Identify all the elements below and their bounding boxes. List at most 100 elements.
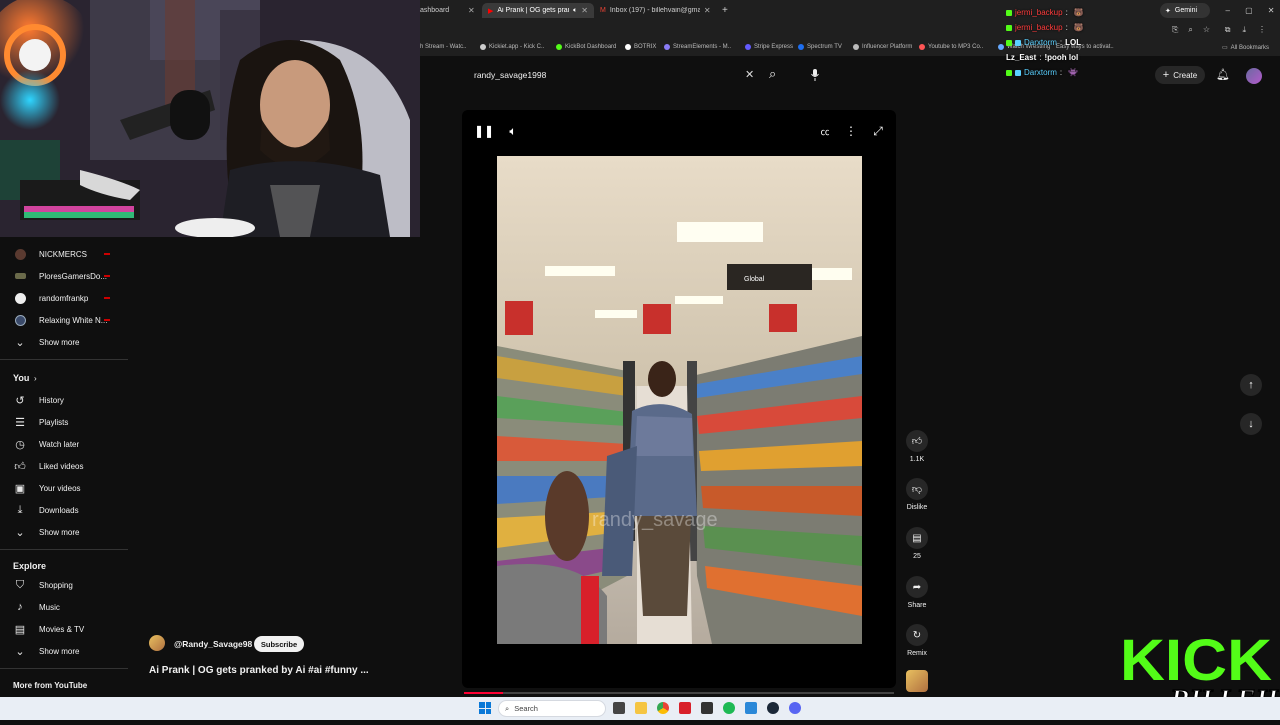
emote-icon: 🐻	[1073, 8, 1084, 17]
close-icon[interactable]: ✕	[581, 6, 588, 15]
search-input[interactable]: randy_savage1998	[474, 70, 546, 80]
chat-username: Lz_East	[1006, 53, 1037, 62]
sidebar-item-liked-videos[interactable]: 👍︎ Liked videos	[0, 456, 136, 476]
bell-icon[interactable]: 🔔︎	[1216, 68, 1230, 81]
gemini-button[interactable]: ✦ Gemini	[1160, 3, 1210, 18]
thumb-up-icon: 👍︎	[14, 460, 26, 473]
video-frame[interactable]: Global randy_savage	[497, 156, 862, 644]
dislike-button[interactable]: 👎︎ Dislike	[900, 478, 934, 511]
bookmark[interactable]: h Stream - Watc..	[420, 44, 466, 50]
bookmark[interactable]: Spectrum TV	[798, 44, 842, 50]
microphone-icon[interactable]	[807, 66, 823, 84]
bookmark[interactable]: ▭ All Bookmarks	[1222, 44, 1269, 52]
browser-tab[interactable]: ashboard ✕	[420, 3, 480, 18]
volume-icon[interactable]: 🔈︎	[505, 123, 521, 139]
previous-short-button[interactable]: ↑	[1240, 374, 1262, 396]
bookmark-icon	[480, 44, 486, 50]
you-section-header[interactable]: You ›	[0, 368, 136, 388]
search-icon[interactable]: ⌕	[769, 66, 776, 82]
speaker-icon[interactable]: 🔈︎	[573, 7, 577, 15]
comments-button[interactable]: ▤ 25	[900, 527, 934, 560]
close-icon[interactable]: ✕	[468, 6, 475, 15]
discord-icon[interactable]	[789, 702, 801, 714]
fullscreen-icon[interactable]: ⤢	[870, 123, 886, 139]
new-tab-button[interactable]: +	[722, 3, 734, 18]
file-explorer-icon[interactable]	[635, 702, 647, 714]
app-icon[interactable]	[745, 702, 757, 714]
zoom-icon[interactable]: ⌕	[1188, 25, 1192, 35]
task-view-icon[interactable]	[613, 702, 625, 714]
bookmark[interactable]: StreamElements - M..	[664, 44, 731, 50]
bookmark[interactable]: Stripe Express	[745, 44, 793, 50]
subscribe-button[interactable]: Subscribe	[254, 636, 304, 652]
show-more-button[interactable]: ⌄ Show more	[0, 522, 136, 542]
app-icon[interactable]	[679, 702, 691, 714]
spotify-icon[interactable]	[723, 702, 735, 714]
show-more-button[interactable]: ⌄ Show more	[0, 641, 136, 661]
bookmark-icon	[998, 44, 1004, 50]
sidebar-item-history[interactable]: ↺ History	[0, 390, 136, 410]
sidebar-item-your-videos[interactable]: ▣ Your videos	[0, 478, 136, 498]
video-title[interactable]: Ai Prank | OG gets pranked by Ai #ai #fu…	[149, 665, 369, 676]
download-icon: ⤓	[17, 503, 23, 516]
chat-username: jermi_backup	[1015, 23, 1063, 32]
progress-track[interactable]	[464, 692, 894, 694]
gemini-label: Gemini	[1174, 7, 1198, 14]
terminal-icon[interactable]	[701, 702, 713, 714]
show-more-button[interactable]: ⌄ Show more	[0, 332, 136, 352]
avatar[interactable]	[1246, 68, 1262, 84]
captions-icon[interactable]: ㏄	[817, 123, 833, 139]
maximize-icon[interactable]: ▢	[1245, 6, 1253, 15]
bookmark-icon	[556, 44, 562, 50]
remix-button[interactable]: ↻ Remix	[900, 624, 934, 657]
clear-search-icon[interactable]: ✕	[745, 68, 754, 81]
sidebar-item-subscription[interactable]: Relaxing White N...	[0, 310, 136, 330]
sidebar-item-shopping[interactable]: ⛉ Shopping	[0, 575, 136, 595]
share-button[interactable]: ➦ Share	[900, 576, 934, 609]
bookmark[interactable]: BOTRIX	[625, 44, 656, 50]
more-options-icon[interactable]: ⋮	[843, 123, 859, 139]
windows-start-icon[interactable]	[479, 702, 491, 714]
browser-tab-active[interactable]: ▶ Ai Prank | OG gets pranked 🔈︎ ✕	[482, 3, 594, 18]
steam-icon[interactable]	[767, 702, 779, 714]
next-short-button[interactable]: ↓	[1240, 413, 1262, 435]
bookmark[interactable]: Influencer Platform	[853, 44, 912, 50]
close-icon[interactable]: ✕	[704, 6, 711, 15]
sound-thumbnail[interactable]	[906, 670, 928, 692]
like-button[interactable]: 👍︎ 1.1K	[900, 430, 934, 463]
pause-icon[interactable]: ❚❚	[474, 123, 494, 139]
sidebar-item-playlists[interactable]: ☰ Playlists	[0, 412, 136, 432]
download-icon[interactable]: ⤓	[1242, 25, 1246, 35]
bookmark[interactable]: KickBot Dashboard	[556, 44, 616, 50]
live-indicator	[104, 275, 110, 277]
chat-badge-icon	[1006, 24, 1012, 31]
sidebar-item-subscription[interactable]: NICKMERCS	[0, 244, 136, 264]
star-icon[interactable]: ☆	[1203, 25, 1210, 35]
sidebar-item-music[interactable]: ♪ Music	[0, 597, 136, 617]
chevron-down-icon: ⌄	[15, 526, 25, 539]
chat-separator: :	[1039, 53, 1042, 62]
channel-avatar[interactable]	[149, 635, 165, 651]
taskbar-search[interactable]: ⌕ Search	[498, 700, 606, 717]
sidebar-item-downloads[interactable]: ⤓ Downloads	[0, 500, 136, 520]
channel-name[interactable]: @Randy_Savage98	[174, 639, 252, 649]
minimize-icon[interactable]: –	[1226, 6, 1230, 15]
microphone-glyph	[811, 69, 819, 81]
close-window-icon[interactable]: ✕	[1268, 6, 1275, 15]
create-button[interactable]: + Create	[1155, 66, 1205, 84]
bookmark[interactable]: Kickiet.app - Kick C..	[480, 44, 544, 50]
sidebar-item-movies[interactable]: ▤ Movies & TV	[0, 619, 136, 639]
sidebar-item-label: Shopping	[39, 580, 73, 590]
extension-icons: ⧉ ⤓ ⋮	[1225, 25, 1266, 35]
chat-badge-icon	[1006, 9, 1012, 16]
bookmark[interactable]: Youtube to MP3 Co..	[919, 44, 983, 50]
extensions-icon[interactable]: ⧉	[1225, 25, 1231, 35]
menu-icon[interactable]: ⋮	[1258, 25, 1266, 35]
sidebar-item-subscription[interactable]: PloresGamersDo...	[0, 266, 136, 286]
cast-icon[interactable]: ⎘	[1172, 25, 1178, 35]
chrome-icon[interactable]	[657, 702, 669, 714]
sidebar-item-watch-later[interactable]: ◷ Watch later	[0, 434, 136, 454]
chat-separator: :	[1059, 38, 1063, 47]
browser-tab[interactable]: M Inbox (197) - billehvain@gmail ✕	[600, 3, 716, 18]
sidebar-item-subscription[interactable]: randomfrankp	[0, 288, 136, 308]
